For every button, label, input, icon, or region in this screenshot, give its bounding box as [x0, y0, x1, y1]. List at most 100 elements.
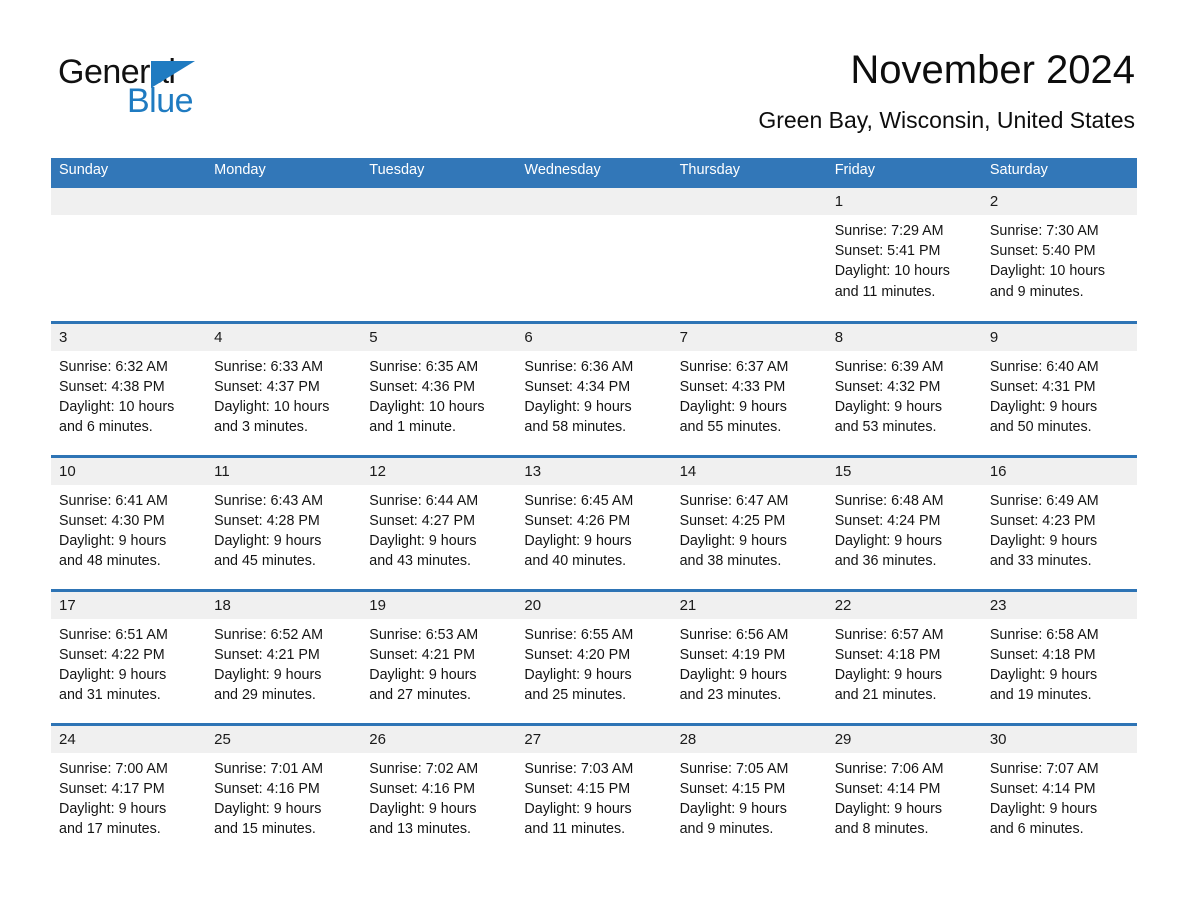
daylight-text-line1: Daylight: 9 hours	[834, 666, 942, 683]
day-number: 1	[826, 188, 982, 215]
day-cell-details: Sunrise: 7:07 AM Sunset: 4:14 PM Daylight:…	[982, 753, 1137, 840]
day-cell-inner: 3 Sunrise: 6:32 AM Sunset: 4:38 PM Daylight…	[51, 323, 207, 455]
day-cell-inner: 6 Sunrise: 6:36 AM Sunset: 4:34 PM Daylight…	[516, 323, 672, 455]
day-cell-inner: 25 Sunrise: 7:01 AM Sunset: 4:16 PM Dayligh…	[206, 725, 362, 857]
day-cell-details: Sunrise: 6:44 AM Sunset: 4:27 PM Daylight:…	[361, 485, 516, 572]
day-header-friday: Friday	[826, 158, 982, 188]
day-cell-details: Sunrise: 7:01 AM Sunset: 4:16 PM Daylight:…	[206, 753, 361, 840]
calendar-day-cell[interactable]: 29 Sunrise: 7:06 AM Sunset: 4:14 PM Dayligh…	[826, 722, 982, 858]
calendar-day-cell-empty	[206, 188, 362, 322]
calendar-day-cell[interactable]: 6 Sunrise: 6:36 AM Sunset: 4:34 PM Daylight…	[516, 320, 672, 456]
sunset-text: Sunset: 4:32 PM	[834, 378, 941, 395]
sunset-text: Sunset: 4:21 PM	[214, 646, 320, 663]
calendar-day-cell[interactable]: 15 Sunrise: 6:48 AM Sunset: 4:24 PM Dayligh…	[826, 454, 982, 590]
calendar-day-cell[interactable]: 14 Sunrise: 6:47 AM Sunset: 4:25 PM Dayligh…	[671, 454, 827, 590]
day-number: 13	[516, 457, 672, 485]
calendar-day-cell[interactable]: 30 Sunrise: 7:07 AM Sunset: 4:14 PM Dayligh…	[981, 722, 1137, 858]
title-block: November 2024 Green Bay, Wisconsin, Unit…	[758, 46, 1135, 136]
day-number: 21	[671, 591, 827, 619]
day-number: 7	[671, 323, 827, 351]
calendar-day-cell[interactable]: 21 Sunrise: 6:56 AM Sunset: 4:19 PM Dayligh…	[671, 588, 827, 724]
calendar-day-cell[interactable]: 20 Sunrise: 6:55 AM Sunset: 4:20 PM Dayligh…	[516, 588, 672, 724]
calendar-day-cell[interactable]: 11 Sunrise: 6:43 AM Sunset: 4:28 PM Dayligh…	[206, 454, 362, 590]
day-cell-inner: 7 Sunrise: 6:37 AM Sunset: 4:33 PM Daylight…	[671, 323, 827, 455]
day-cell-inner: 10 Sunrise: 6:41 AM Sunset: 4:30 PM Dayligh…	[51, 457, 207, 589]
calendar-day-cell[interactable]: 4 Sunrise: 6:33 AM Sunset: 4:37 PM Daylight…	[206, 320, 362, 456]
day-cell-details: Sunrise: 6:39 AM Sunset: 4:32 PM Daylight:…	[827, 351, 982, 438]
daylight-text-line2: and 11 minutes.	[524, 821, 626, 838]
daylight-text-line1: Daylight: 9 hours	[679, 800, 787, 817]
calendar-day-cell[interactable]: 3 Sunrise: 6:32 AM Sunset: 4:38 PM Daylight…	[51, 320, 207, 456]
daylight-text-line2: and 8 minutes.	[834, 821, 929, 838]
calendar-day-cell[interactable]: 5 Sunrise: 6:35 AM Sunset: 4:36 PM Daylight…	[361, 320, 517, 456]
sunset-text: Sunset: 4:38 PM	[59, 378, 165, 395]
calendar-day-cell[interactable]: 23 Sunrise: 6:58 AM Sunset: 4:18 PM Dayligh…	[981, 588, 1137, 724]
day-number: 8	[826, 323, 982, 351]
calendar-day-cell[interactable]: 13 Sunrise: 6:45 AM Sunset: 4:26 PM Dayligh…	[516, 454, 672, 590]
day-cell-inner: 11 Sunrise: 6:43 AM Sunset: 4:28 PM Dayligh…	[206, 457, 362, 589]
daylight-text-line1: Daylight: 10 hours	[989, 263, 1106, 280]
daylight-text-line2: and 48 minutes.	[59, 553, 161, 570]
daylight-text-line1: Daylight: 9 hours	[59, 532, 167, 549]
day-number: 18	[206, 591, 362, 619]
calendar-day-cell[interactable]: 1 Sunrise: 7:29 AM Sunset: 5:41 PM Daylight…	[826, 188, 982, 322]
calendar-day-cell[interactable]: 26 Sunrise: 7:02 AM Sunset: 4:16 PM Dayligh…	[361, 722, 517, 858]
day-cell-inner	[516, 188, 672, 319]
calendar-day-cell[interactable]: 19 Sunrise: 6:53 AM Sunset: 4:21 PM Dayligh…	[361, 588, 517, 724]
daylight-text-line2: and 23 minutes.	[679, 687, 782, 704]
day-cell-details: Sunrise: 7:06 AM Sunset: 4:14 PM Daylight:…	[827, 753, 982, 840]
daylight-text-line2: and 45 minutes.	[214, 553, 316, 570]
sunset-text: Sunset: 4:23 PM	[989, 512, 1096, 529]
calendar-day-cell[interactable]: 12 Sunrise: 6:44 AM Sunset: 4:27 PM Dayligh…	[361, 454, 517, 590]
sunset-text: Sunset: 4:21 PM	[369, 646, 475, 663]
day-header-wednesday: Wednesday	[516, 158, 672, 188]
daylight-text-line2: and 31 minutes.	[59, 687, 161, 704]
sunset-text: Sunset: 4:14 PM	[834, 780, 941, 797]
daylight-text-line2: and 6 minutes.	[989, 821, 1084, 838]
day-cell-details: Sunrise: 7:30 AM Sunset: 5:40 PM Daylight:…	[982, 215, 1137, 302]
daylight-text-line2: and 36 minutes.	[834, 553, 937, 570]
day-cell-inner: 17 Sunrise: 6:51 AM Sunset: 4:22 PM Dayligh…	[51, 591, 207, 723]
daylight-text-line2: and 19 minutes.	[989, 687, 1092, 704]
daylight-text-line2: and 33 minutes.	[989, 553, 1092, 570]
day-cell-inner: 23 Sunrise: 6:58 AM Sunset: 4:18 PM Dayligh…	[981, 591, 1137, 723]
day-header-monday: Monday	[206, 158, 362, 188]
calendar-day-cell[interactable]: 18 Sunrise: 6:52 AM Sunset: 4:21 PM Dayligh…	[206, 588, 362, 724]
daylight-text-line2: and 9 minutes.	[989, 283, 1084, 300]
daylight-text-line1: Daylight: 9 hours	[214, 532, 322, 549]
daylight-text-line1: Daylight: 9 hours	[369, 532, 477, 549]
day-number: 15	[826, 457, 982, 485]
sunrise-text: Sunrise: 7:30 AM	[989, 223, 1099, 239]
sunrise-text: Sunrise: 6:52 AM	[214, 626, 324, 643]
sunrise-text: Sunrise: 6:48 AM	[834, 492, 944, 509]
sunrise-text: Sunrise: 7:07 AM	[989, 760, 1099, 777]
daylight-text-line1: Daylight: 9 hours	[679, 398, 787, 415]
calendar-day-cell[interactable]: 25 Sunrise: 7:01 AM Sunset: 4:16 PM Dayligh…	[206, 722, 362, 858]
calendar-day-cell[interactable]: 16 Sunrise: 6:49 AM Sunset: 4:23 PM Dayligh…	[981, 454, 1137, 590]
calendar-day-cell[interactable]: 10 Sunrise: 6:41 AM Sunset: 4:30 PM Dayligh…	[51, 454, 207, 590]
day-cell-inner: 9 Sunrise: 6:40 AM Sunset: 4:31 PM Daylight…	[981, 323, 1137, 455]
page-header: General Blue November 2024 Green Bay, Wi…	[0, 0, 1188, 158]
sunset-text: Sunset: 4:15 PM	[679, 780, 786, 797]
sunrise-text: Sunrise: 6:33 AM	[214, 358, 324, 375]
calendar-day-cell[interactable]: 9 Sunrise: 6:40 AM Sunset: 4:31 PM Daylight…	[981, 320, 1137, 456]
day-cell-details: Sunrise: 6:55 AM Sunset: 4:20 PM Daylight:…	[516, 619, 671, 706]
calendar-day-cell[interactable]: 22 Sunrise: 6:57 AM Sunset: 4:18 PM Dayligh…	[826, 588, 982, 724]
day-cell-inner: 22 Sunrise: 6:57 AM Sunset: 4:18 PM Dayligh…	[826, 591, 982, 723]
calendar-day-cell[interactable]: 24 Sunrise: 7:00 AM Sunset: 4:17 PM Dayligh…	[51, 722, 207, 858]
day-number: 10	[51, 457, 207, 485]
calendar-day-cell[interactable]: 27 Sunrise: 7:03 AM Sunset: 4:15 PM Dayligh…	[516, 722, 672, 858]
sunrise-text: Sunrise: 6:36 AM	[524, 358, 634, 375]
calendar-day-cell[interactable]: 7 Sunrise: 6:37 AM Sunset: 4:33 PM Daylight…	[671, 320, 827, 456]
calendar-day-cell[interactable]: 17 Sunrise: 6:51 AM Sunset: 4:22 PM Dayligh…	[51, 588, 207, 724]
calendar-day-cell[interactable]: 28 Sunrise: 7:05 AM Sunset: 4:15 PM Dayligh…	[671, 722, 827, 858]
day-number: 26	[361, 725, 517, 753]
day-number: 14	[671, 457, 827, 485]
calendar-week-row: 10 Sunrise: 6:41 AM Sunset: 4:30 PM Dayligh…	[51, 454, 1137, 590]
calendar-day-cell[interactable]: 2 Sunrise: 7:30 AM Sunset: 5:40 PM Daylight…	[981, 188, 1137, 322]
day-cell-details: Sunrise: 6:36 AM Sunset: 4:34 PM Daylight:…	[516, 351, 671, 438]
calendar-day-cell[interactable]: 8 Sunrise: 6:39 AM Sunset: 4:32 PM Daylight…	[826, 320, 982, 456]
day-cell-details: Sunrise: 7:05 AM Sunset: 4:15 PM Daylight:…	[672, 753, 827, 840]
sunset-text: Sunset: 4:25 PM	[679, 512, 786, 529]
sunset-text: Sunset: 4:20 PM	[524, 646, 631, 663]
